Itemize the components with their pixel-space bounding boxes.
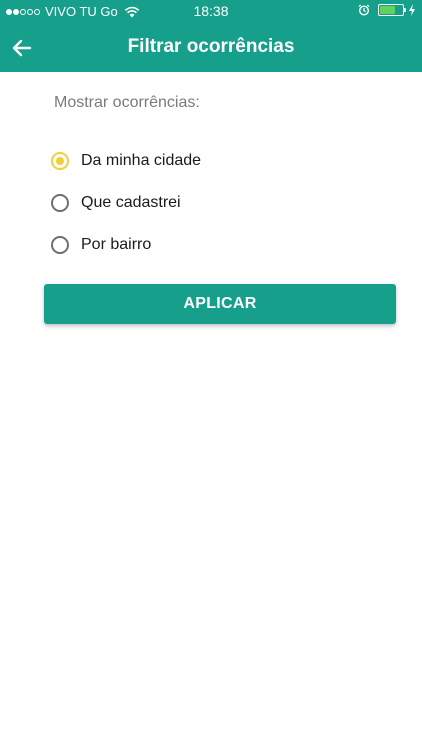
app-bar: Filtrar ocorrências	[0, 24, 422, 72]
radio-option-por-bairro[interactable]: Por bairro	[51, 224, 391, 266]
radio-button[interactable]	[51, 236, 69, 254]
radio-option-que-cadastrei[interactable]: Que cadastrei	[51, 182, 391, 224]
filter-screen: VIVO TU Go 18:38 Filtrar ocorrências Mos…	[0, 0, 422, 750]
radio-button[interactable]	[51, 194, 69, 212]
radio-label: Da minha cidade	[81, 152, 202, 169]
radio-button[interactable]	[51, 152, 69, 170]
radio-label: Que cadastrei	[81, 194, 181, 211]
radio-option-da-minha-cidade[interactable]: Da minha cidade	[51, 140, 391, 182]
alarm-icon	[358, 4, 370, 16]
battery-cap	[404, 8, 406, 12]
radio-label: Por bairro	[81, 236, 152, 253]
status-right	[358, 4, 416, 16]
filter-radio-group: Da minha cidade Que cadastrei Por bairro	[51, 140, 391, 266]
status-bar: VIVO TU Go 18:38	[0, 0, 422, 24]
apply-button[interactable]: APLICAR	[44, 284, 396, 324]
battery-fill	[380, 6, 395, 14]
page-title: Filtrar ocorrências	[127, 36, 295, 57]
battery-icon	[378, 4, 406, 16]
charging-icon	[409, 4, 415, 16]
section-label: Mostrar ocorrências:	[54, 94, 200, 111]
